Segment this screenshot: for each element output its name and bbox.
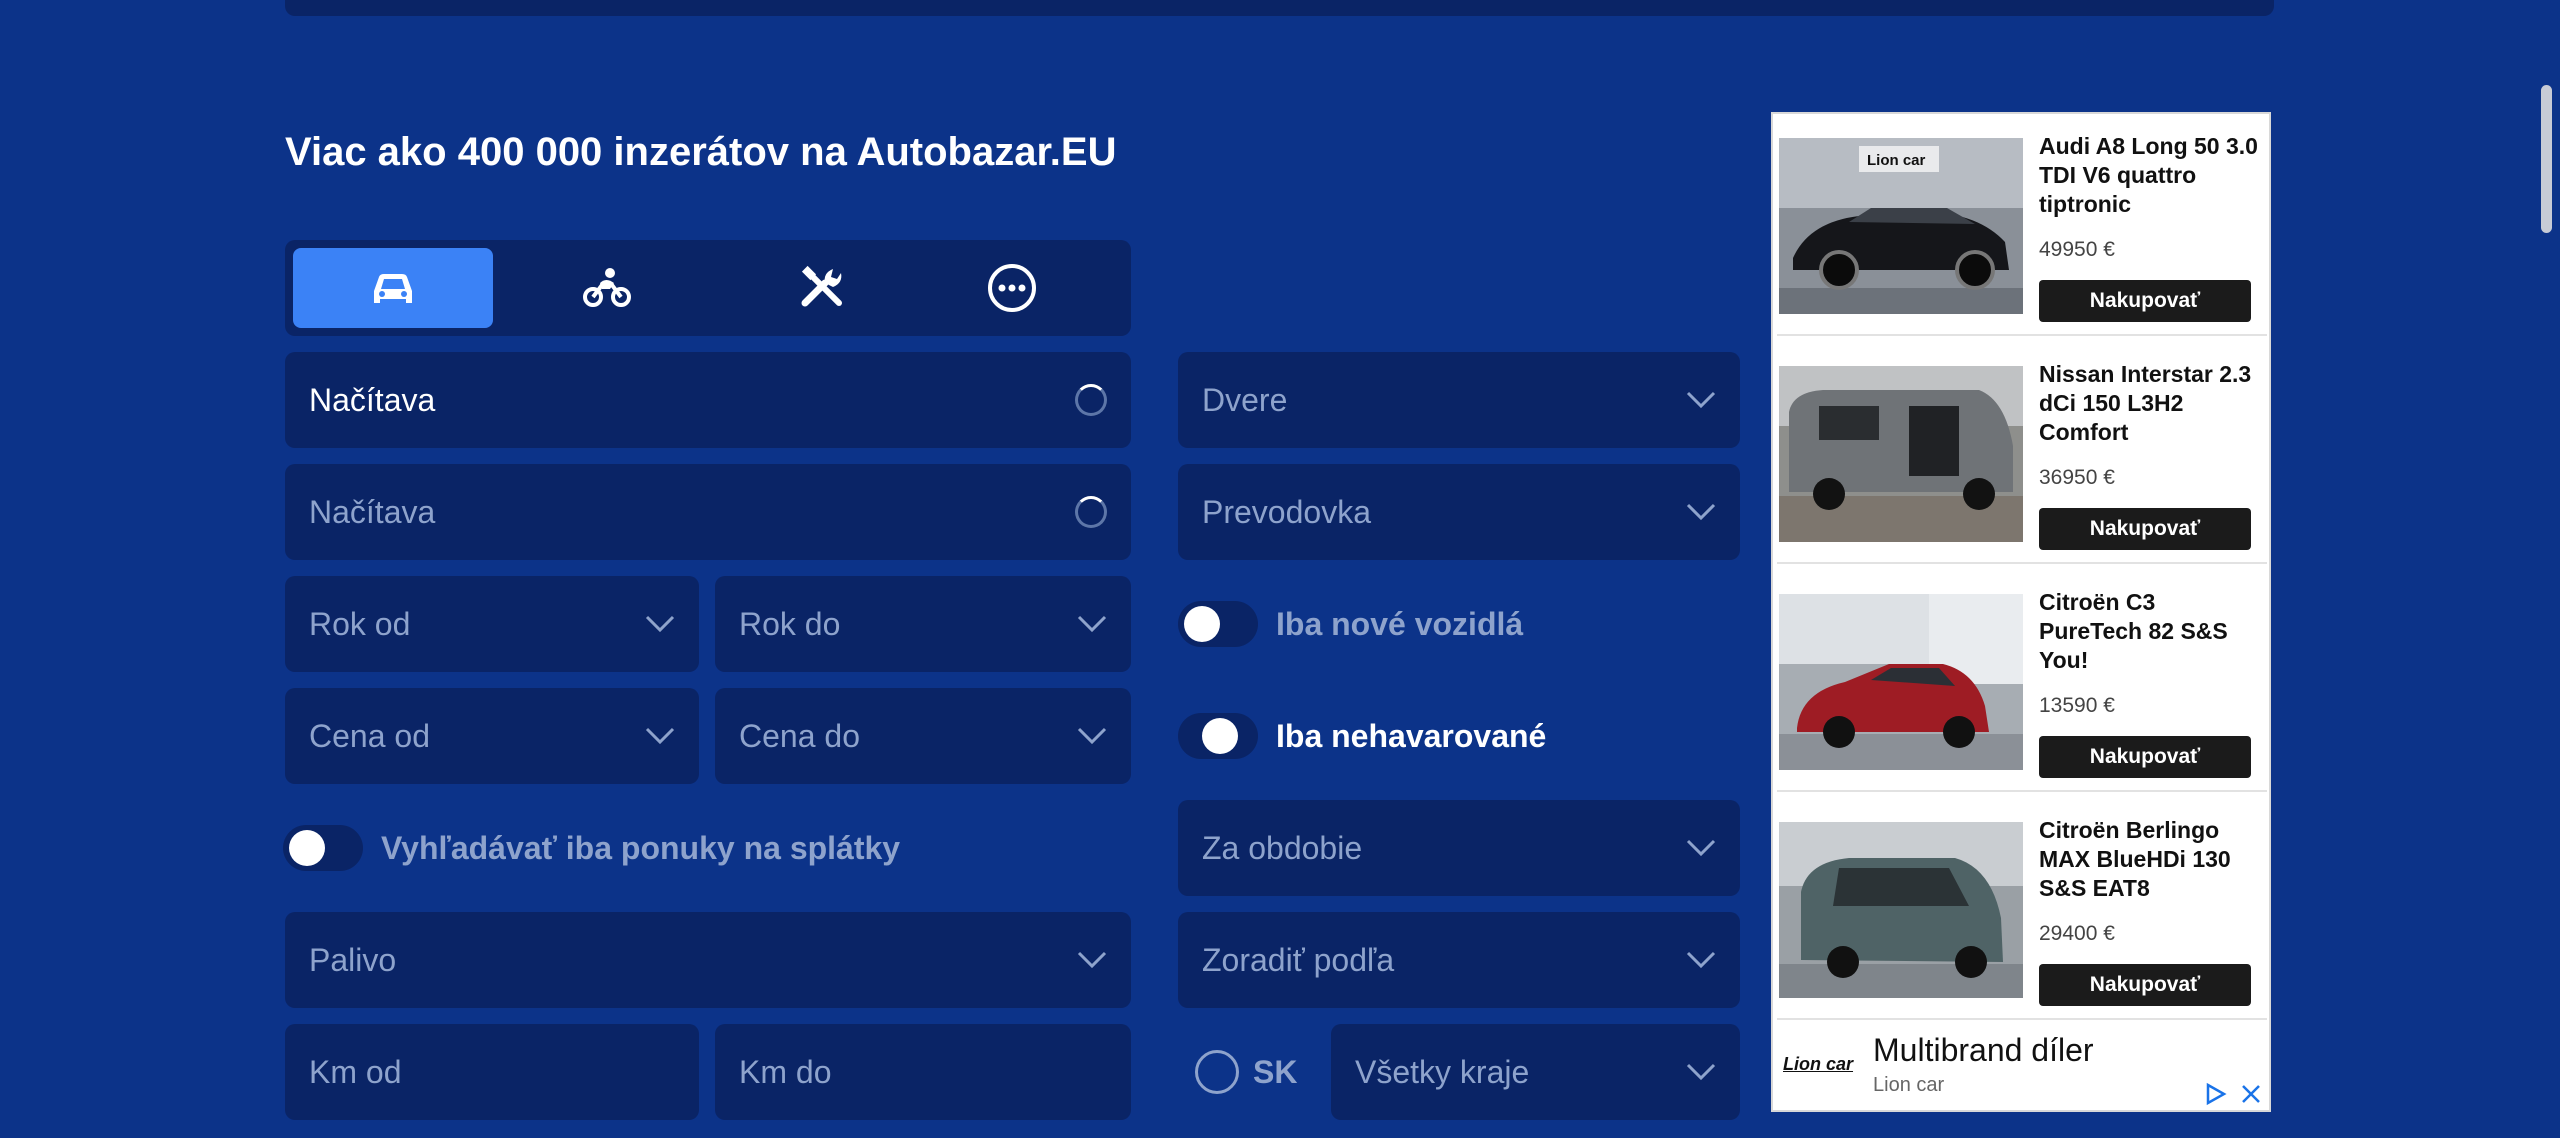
ad-car-image [1779,822,2023,998]
chevron-down-icon [1686,503,1716,521]
year-from-select[interactable]: Rok od [285,576,699,672]
chevron-down-icon [645,727,675,745]
ad-buy-button[interactable]: Nakupovať [2039,508,2251,550]
country-radio[interactable] [1195,1050,1239,1094]
km-to-label: Km do [739,1053,832,1090]
sort-select[interactable]: Zoradiť podľa [1178,912,1740,1008]
new-only-toggle[interactable] [1178,601,1258,647]
ad-buy-button[interactable]: Nakupovať [2039,280,2251,322]
chevron-down-icon [1686,391,1716,409]
chevron-down-icon [1077,727,1107,745]
model-select-label: Načítava [309,493,436,530]
country-radio-row: SK [1195,1050,1297,1094]
price-to-label: Cena do [739,717,860,754]
transmission-label: Prevodovka [1202,493,1371,530]
km-to-input[interactable]: Km do [715,1024,1131,1120]
period-select[interactable]: Za obdobie [1178,800,1740,896]
ad-item[interactable]: Nissan Interstar 2.3 dCi 150 L3H2 Comfor… [1777,342,2267,564]
ad-buy-button[interactable]: Nakupovať [2039,736,2251,778]
ad-price: 36950 € [2039,466,2115,489]
ad-title[interactable]: Citroën Berlingo MAX BlueHDi 130 S&S EAT… [2039,816,2261,903]
transmission-select[interactable]: Prevodovka [1178,464,1740,560]
undamaged-toggle[interactable] [1178,713,1258,759]
ad-car-image [1779,366,2023,542]
vehicle-category-tabs [285,240,1131,336]
ad-price: 49950 € [2039,238,2115,261]
close-icon[interactable] [2239,1082,2263,1106]
ad-item[interactable]: Citroën Berlingo MAX BlueHDi 130 S&S EAT… [1777,798,2267,1020]
year-to-label: Rok do [739,605,841,642]
price-from-label: Cena od [309,717,430,754]
country-radio-label: SK [1253,1053,1298,1090]
ad-item[interactable]: Citroën C3 PureTech 82 S&S You! 13590 € … [1777,570,2267,792]
doors-select[interactable]: Dvere [1178,352,1740,448]
km-from-input[interactable]: Km od [285,1024,699,1120]
more-icon [988,264,1036,312]
ad-image-logo: Lion car [1867,152,1926,169]
tab-cars[interactable] [293,248,493,328]
brand-select-label: Načítava [309,381,436,418]
ad-price: 13590 € [2039,694,2115,717]
ad-title[interactable]: Audi A8 Long 50 3.0 TDI V6 quattro tiptr… [2039,132,2261,219]
chevron-down-icon [1686,1063,1716,1081]
advertisement-panel: Lion car Audi A8 Long 50 3.0 TDI V6 quat… [1771,112,2271,1112]
year-to-select[interactable]: Rok do [715,576,1131,672]
ad-price: 29400 € [2039,922,2115,945]
top-bar [285,0,2274,16]
year-from-label: Rok od [309,605,411,642]
chevron-down-icon [1686,951,1716,969]
ad-footer-subtitle: Lion car [1873,1074,1945,1096]
km-from-label: Km od [309,1053,402,1090]
period-label: Za obdobie [1202,829,1363,866]
chevron-down-icon [1077,951,1107,969]
model-select[interactable]: Načítava [285,464,1131,560]
new-only-toggle-row: Iba nové vozidlá [1178,601,1523,647]
ad-footer[interactable]: Lion car Multibrand díler Lion car [1773,1024,2269,1110]
region-label: Všetky kraje [1355,1053,1530,1090]
ad-title[interactable]: Citroën C3 PureTech 82 S&S You! [2039,588,2261,675]
fuel-label: Palivo [309,941,397,978]
tab-more[interactable] [912,248,1112,328]
undamaged-toggle-label: Iba nehavarované [1276,717,1547,754]
ad-buy-button[interactable]: Nakupovať [2039,964,2251,1006]
ad-car-image: Lion car [1779,138,2023,314]
advertiser-logo: Lion car [1783,1054,1854,1074]
new-only-toggle-label: Iba nové vozidlá [1276,605,1524,642]
car-icon [374,274,412,303]
tab-parts[interactable] [722,248,922,328]
tab-motorcycles[interactable] [507,248,707,328]
chevron-down-icon [1686,839,1716,857]
ad-car-image [1779,594,2023,770]
brand-select[interactable]: Načítava [285,352,1131,448]
tools-icon [801,265,842,307]
sort-label: Zoradiť podľa [1202,941,1395,978]
undamaged-toggle-row: Iba nehavarované [1178,713,1546,759]
chevron-down-icon [645,615,675,633]
ad-choices-icon[interactable] [2203,1082,2227,1106]
page-title: Viac ako 400 000 inzerátov na Autobazar.… [285,130,1117,174]
installments-toggle[interactable] [283,825,363,871]
ad-footer-title[interactable]: Multibrand díler [1873,1032,2094,1069]
ad-item[interactable]: Lion car Audi A8 Long 50 3.0 TDI V6 quat… [1777,114,2267,336]
loading-spinner-icon [1075,496,1107,528]
installments-toggle-row: Vyhľadávať iba ponuky na splátky [283,825,900,871]
ad-title[interactable]: Nissan Interstar 2.3 dCi 150 L3H2 Comfor… [2039,360,2261,447]
motorcycle-icon [583,268,631,307]
fuel-select[interactable]: Palivo [285,912,1131,1008]
scrollbar-thumb[interactable] [2541,85,2552,233]
installments-toggle-label: Vyhľadávať iba ponuky na splátky [381,829,901,866]
doors-label: Dvere [1202,381,1288,418]
loading-spinner-icon [1075,384,1107,416]
price-from-select[interactable]: Cena od [285,688,699,784]
ad-controls [2203,1082,2263,1106]
chevron-down-icon [1077,615,1107,633]
region-select[interactable]: Všetky kraje [1331,1024,1740,1120]
price-to-select[interactable]: Cena do [715,688,1131,784]
